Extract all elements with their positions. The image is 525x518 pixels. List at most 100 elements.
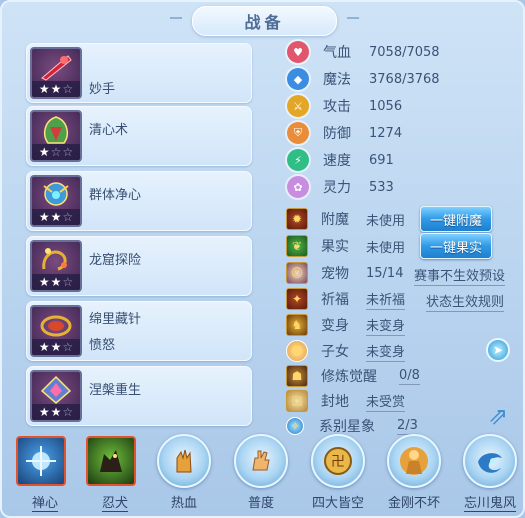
eq-label: 系别星象 — [319, 419, 375, 435]
window-title: 战备 — [244, 13, 285, 32]
auto-fruit-button[interactable]: 一键果实 — [420, 233, 492, 259]
pet-row: ☺ 宠物 15/14 — [286, 261, 403, 285]
ability-label: 普度 — [247, 496, 274, 511]
auto-enchant-button[interactable]: 一键附魔 — [420, 206, 492, 232]
eq-status[interactable]: 未受赏 — [366, 391, 406, 412]
ability-1[interactable]: 禅心 — [12, 434, 76, 516]
ability-3[interactable]: 热血 — [151, 434, 215, 516]
attr-value: 533 — [369, 179, 394, 195]
attr-row-attack: ⚔ 攻击 1056 — [287, 94, 507, 118]
star-icon: ☆ — [62, 210, 74, 224]
battle-prep-panel: 战备 ★ ★ ☆ 妙手 ★ ☆ ☆ 清心术 ★ ★ ☆ 群体净心 ★ ★ ☆ 龙… — [0, 0, 525, 518]
skill-art-1 — [41, 55, 72, 81]
star-icon: ★ — [38, 210, 50, 224]
vajra-icon — [387, 434, 441, 488]
star-icon: ☆ — [62, 405, 74, 419]
eq-label: 祈福 — [321, 292, 349, 308]
title-ornament-right — [347, 17, 359, 19]
skill-icon-3: ★ ★ ☆ — [30, 175, 82, 227]
eq-status: 未使用 — [366, 240, 406, 256]
skill-name: 群体净心 — [89, 188, 142, 203]
ghost-wind-icon — [463, 434, 517, 488]
eq-status[interactable]: 2/3 — [397, 418, 418, 435]
enchant-row: ✹ 附魔 未使用 — [286, 207, 405, 231]
ability-7[interactable]: 忘川鬼风 — [457, 434, 521, 516]
fruit-row: ❦ 果实 未使用 — [286, 234, 405, 258]
star-rating: ★ ☆ ☆ — [32, 144, 80, 160]
attr-row-defense: ⛨ 防御 1274 — [287, 121, 507, 145]
eq-status[interactable]: 未变身 — [366, 315, 406, 336]
star-rating: ★ ★ ☆ — [32, 81, 80, 97]
star-rating: ★ ★ ☆ — [32, 339, 80, 355]
fief-row: ❏ 封地 未受赏 — [286, 389, 406, 413]
pet-preset-link[interactable]: 赛事不生效预设 — [414, 265, 506, 286]
ability-6[interactable]: 金刚不坏 — [381, 434, 445, 516]
swirl-icon[interactable]: ➤ — [486, 338, 510, 362]
skill-card-4[interactable]: ★ ★ ☆ 龙窟探险 — [26, 236, 252, 296]
skill-name: 涅槃重生 — [89, 383, 142, 398]
eq-status[interactable]: 未祈福 — [366, 289, 406, 310]
star-sign-icon: ✧ — [286, 417, 304, 435]
skill-name: 清心术 — [89, 123, 129, 138]
attr-row-speed: ⚡ 速度 691 — [287, 148, 507, 172]
transform-icon: ♞ — [286, 314, 308, 336]
flower-icon: ✿ — [287, 176, 309, 198]
skill-card-2[interactable]: ★ ☆ ☆ 清心术 — [26, 106, 252, 166]
diamond-icon: ◆ — [287, 68, 309, 90]
attr-row-hp: ♥ 气血 7058/7058 — [287, 40, 507, 64]
shield-icon: ⛨ — [287, 122, 309, 144]
star-icon: ★ — [38, 405, 50, 419]
skill-card-5[interactable]: ★ ★ ☆ 绵里藏针 愤怒 — [26, 301, 252, 361]
ability-label: 禅心 — [31, 496, 58, 512]
ability-label: 忍犬 — [101, 496, 128, 512]
star-rating: ★ ★ ☆ — [32, 274, 80, 290]
attr-label: 速度 — [323, 153, 351, 169]
star-icon: ★ — [38, 145, 50, 159]
attr-label: 气血 — [323, 45, 351, 61]
status-rules-link[interactable]: 状态生效规则 — [426, 291, 505, 312]
eq-label: 封地 — [321, 394, 349, 410]
star-rating: ★ ★ ☆ — [32, 209, 80, 225]
fruit-icon: ❦ — [286, 235, 308, 257]
ability-label: 金刚不坏 — [387, 496, 440, 511]
star-icon: ★ — [38, 275, 50, 289]
attr-value: 1274 — [369, 125, 403, 141]
eq-status[interactable]: 0/8 — [399, 368, 420, 385]
ability-4[interactable]: 普度 — [228, 434, 292, 516]
ability-2[interactable]: 忍犬 — [82, 434, 146, 516]
skill-card-3[interactable]: ★ ★ ☆ 群体净心 — [26, 171, 252, 231]
star-icon: ☆ — [62, 145, 74, 159]
attr-row-spirit: ✿ 灵力 533 — [287, 175, 507, 199]
star-icon: ★ — [38, 82, 50, 96]
attr-value: 3768/3768 — [369, 71, 440, 87]
attr-row-mp: ◆ 魔法 3768/3768 — [287, 67, 507, 91]
skill-subname: 愤怒 — [89, 338, 116, 353]
ability-label: 热血 — [170, 496, 197, 511]
eq-label: 附魔 — [321, 212, 349, 228]
svg-text:卍: 卍 — [331, 454, 345, 470]
skill-icon-1: ★ ★ ☆ — [30, 47, 82, 99]
skill-art-5 — [40, 315, 72, 337]
pet-icon: ☺ — [286, 262, 308, 284]
eq-label: 变身 — [321, 318, 349, 334]
skill-name: 妙手 — [89, 82, 116, 97]
skill-card-6[interactable]: ★ ★ ☆ 涅槃重生 — [26, 366, 252, 426]
title-ornament-left — [170, 17, 182, 19]
attr-value: 7058/7058 — [369, 44, 440, 60]
transform-row: ♞ 变身 未变身 — [286, 313, 406, 337]
attr-value: 1056 — [369, 98, 403, 114]
share-icon[interactable]: ⇗ — [481, 402, 515, 430]
pray-icon: ✦ — [286, 288, 308, 310]
ability-5[interactable]: 卍 四大皆空 — [305, 434, 369, 516]
skill-art-6 — [40, 375, 72, 404]
ability-label: 忘川鬼风 — [463, 496, 516, 512]
cultivate-icon: ☗ — [286, 365, 308, 387]
eq-status[interactable]: 未变身 — [366, 341, 406, 362]
skill-card-1[interactable]: ★ ★ ☆ 妙手 — [26, 43, 252, 103]
star-icon: ★ — [50, 275, 62, 289]
meditation-icon — [16, 436, 66, 486]
star-icon: ★ — [50, 340, 62, 354]
star-icon: ★ — [50, 82, 62, 96]
heart-icon: ♥ — [287, 41, 309, 63]
star-icon: ☆ — [62, 275, 74, 289]
